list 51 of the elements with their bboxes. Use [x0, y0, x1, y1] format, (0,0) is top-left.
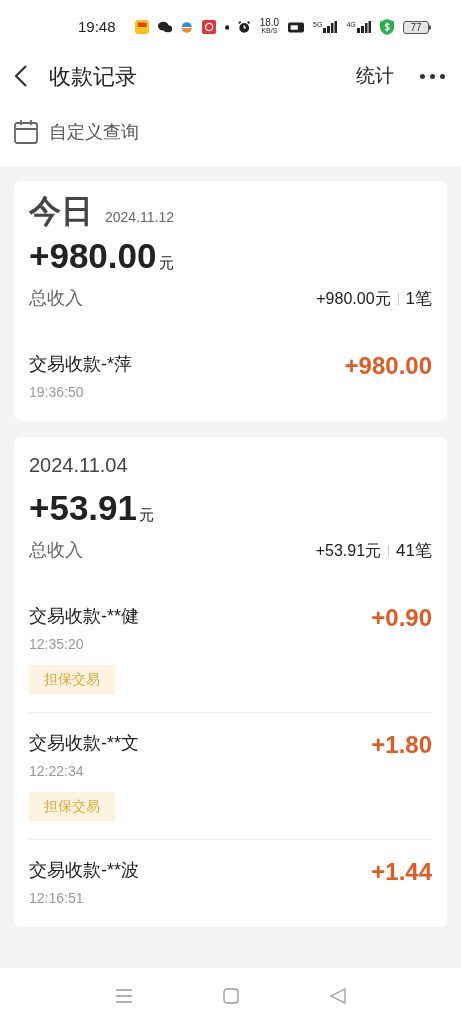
currency-unit: 元: [139, 504, 155, 525]
hd-icon: [288, 21, 305, 33]
menu-icon[interactable]: [115, 989, 132, 1003]
transaction-row[interactable]: 交易收款-**健 12:35:20 担保交易 +0.90: [29, 586, 432, 712]
signal-icon: [323, 21, 338, 33]
transaction-time: 12:35:20: [29, 635, 85, 654]
transaction-count: 1笔: [405, 287, 432, 310]
alarm-icon: [238, 20, 251, 34]
section-date: 2024.11.12: [105, 208, 175, 227]
currency-unit: 元: [158, 252, 174, 273]
transaction-row[interactable]: 交易收款-**波 12:16:51 +1.44: [29, 839, 432, 927]
transaction-amount: +980.00: [344, 352, 432, 381]
chat-icon: [157, 20, 172, 34]
app-icon: [201, 19, 216, 35]
transaction-name: 交易收款-*萍: [29, 353, 133, 376]
summary-total: +53.91元: [315, 540, 382, 561]
total-amount: +53.91: [29, 487, 138, 529]
signal-icon: [356, 21, 371, 33]
total-amount: +980.00: [29, 235, 157, 277]
home-button[interactable]: [222, 988, 239, 1004]
transaction-amount: +1.80: [371, 731, 432, 760]
transaction-time: 19:36:50: [29, 383, 85, 402]
back-nav-button[interactable]: [329, 988, 346, 1004]
calendar-icon: [14, 120, 38, 144]
guarantee-tag: 担保交易: [29, 792, 115, 821]
app-icon: [181, 20, 193, 34]
summary-total: +980.00元: [316, 288, 391, 309]
guarantee-tag: 担保交易: [29, 665, 115, 694]
statistics-button[interactable]: 统计: [356, 61, 394, 91]
summary-label: 总收入: [29, 287, 83, 310]
transaction-row[interactable]: 交易收款-**文 12:22:34 担保交易 +1.80: [29, 712, 432, 839]
transaction-name: 交易收款-**健: [29, 605, 140, 628]
custom-query-button[interactable]: 自定义查询: [14, 118, 139, 146]
transaction-name: 交易收款-**文: [29, 732, 140, 755]
transaction-time: 12:22:34: [29, 762, 85, 781]
battery-indicator: 77: [403, 20, 429, 34]
transaction-count: 41笔: [396, 539, 432, 562]
status-time: 19:48: [78, 16, 116, 37]
transaction-time: 12:16:51: [29, 889, 85, 908]
transaction-amount: +1.44: [371, 858, 432, 887]
transaction-amount: +0.90: [371, 604, 432, 633]
summary-label: 总收入: [29, 539, 83, 562]
shield-icon: [379, 18, 394, 36]
net-speed: 18.0: [259, 19, 280, 27]
app-icon: [134, 19, 149, 35]
section-title: 今日: [29, 192, 93, 231]
page-title: 收款记录: [49, 62, 137, 91]
dot-icon: [224, 24, 230, 30]
transaction-name: 交易收款-**波: [29, 859, 140, 882]
section-title: 2024.11.04: [29, 453, 128, 478]
transaction-row[interactable]: 交易收款-*萍 19:36:50 +980.00: [29, 334, 432, 421]
